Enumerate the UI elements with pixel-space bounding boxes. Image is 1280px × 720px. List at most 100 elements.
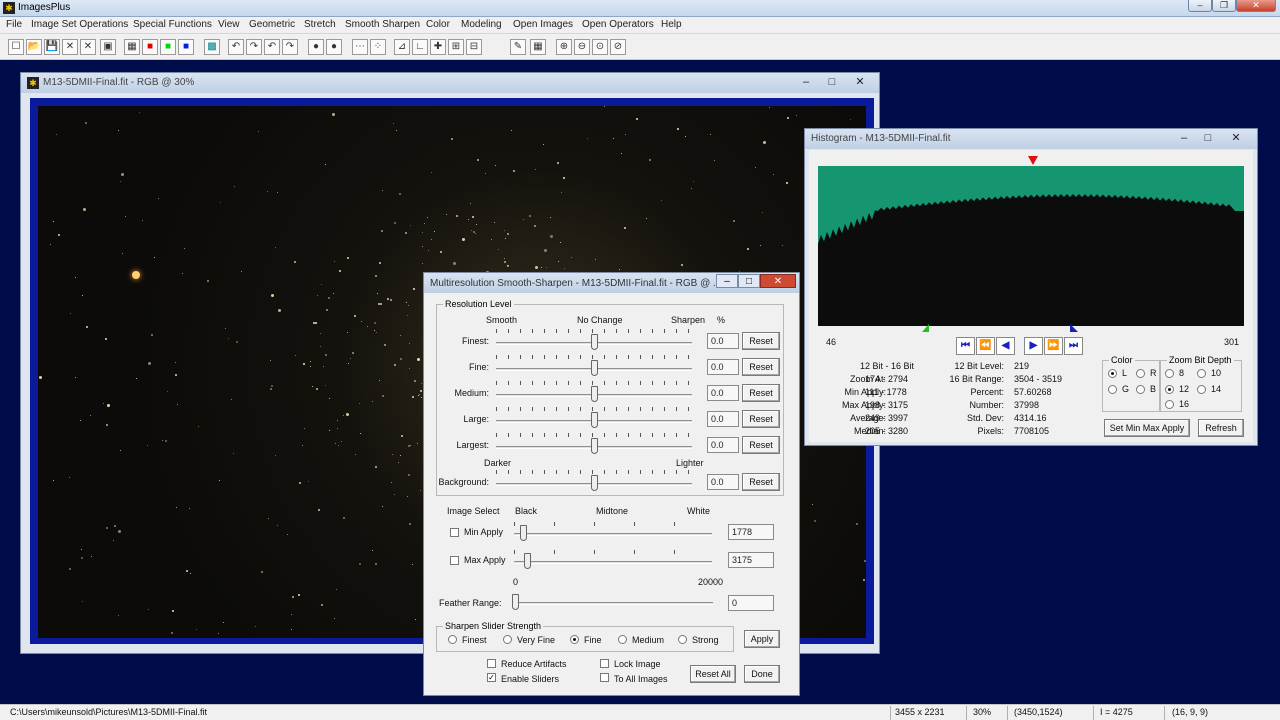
close-green-icon[interactable]: ✕ xyxy=(80,39,96,55)
level-slider[interactable] xyxy=(591,412,598,428)
max-apply-checkbox[interactable] xyxy=(450,556,459,565)
background-slider[interactable] xyxy=(591,475,598,491)
grid-icon[interactable]: ▩ xyxy=(204,39,220,55)
zoom-fit-icon[interactable]: ⊙ xyxy=(592,39,608,55)
strength-radio-strong[interactable] xyxy=(678,635,687,644)
stack-icon[interactable]: ⊟ xyxy=(466,39,482,55)
level-reset-button[interactable]: Reset xyxy=(742,436,780,454)
image-window-close-button[interactable]: ✕ xyxy=(847,75,873,89)
min-apply-field[interactable]: 1778 xyxy=(728,524,774,540)
histogram-last-button[interactable]: ⏭ xyxy=(1064,337,1083,355)
zoom-radio-16[interactable] xyxy=(1165,400,1174,409)
crosshair-icon[interactable]: ✚ xyxy=(430,39,446,55)
histogram-maximize-button[interactable]: □ xyxy=(1195,131,1221,145)
redo-icon[interactable]: ↷ xyxy=(246,39,262,55)
max-apply-slider[interactable] xyxy=(524,553,531,569)
level-slider[interactable] xyxy=(591,334,598,350)
open-icon[interactable]: 📂 xyxy=(26,39,42,55)
save-icon[interactable]: 💾 xyxy=(44,39,60,55)
histogram-fast-back-button[interactable]: ⏪ xyxy=(976,337,995,355)
menu-special-functions[interactable]: Special Functions xyxy=(133,19,212,30)
level-reset-button[interactable]: Reset xyxy=(742,384,780,402)
level-value-field[interactable]: 0.0 xyxy=(707,385,739,401)
zoom-radio-10[interactable] xyxy=(1197,369,1206,378)
image-window-minimize-button[interactable]: – xyxy=(793,75,819,89)
enable-sliders-checkbox[interactable]: ✓ xyxy=(487,673,496,682)
brush-icon[interactable]: ✎ xyxy=(510,39,526,55)
background-value-field[interactable]: 0.0 xyxy=(707,474,739,490)
menu-help[interactable]: Help xyxy=(661,19,682,30)
level-reset-button[interactable]: Reset xyxy=(742,358,780,376)
strength-radio-finest[interactable] xyxy=(448,635,457,644)
level-slider[interactable] xyxy=(591,386,598,402)
image-window-maximize-button[interactable]: □ xyxy=(819,75,845,89)
undo-red-icon[interactable]: ↶ xyxy=(264,39,280,55)
feather-range-slider[interactable] xyxy=(512,594,519,610)
level-value-field[interactable]: 0.0 xyxy=(707,359,739,375)
strength-radio-fine[interactable] xyxy=(570,635,579,644)
dialog-close-button[interactable]: ✕ xyxy=(760,274,796,288)
dots-icon[interactable]: ⋯ xyxy=(352,39,368,55)
histogram-back-button[interactable]: ◀ xyxy=(996,337,1015,355)
points-icon[interactable]: ⁘ xyxy=(370,39,386,55)
histogram-max-marker-icon[interactable] xyxy=(1028,156,1038,165)
level-slider[interactable] xyxy=(591,438,598,454)
record-red-icon[interactable]: ● xyxy=(326,39,342,55)
red-channel-icon[interactable]: ■ xyxy=(142,39,158,55)
zoom-reset-icon[interactable]: ⊘ xyxy=(610,39,626,55)
menu-view[interactable]: View xyxy=(218,19,240,30)
level-value-field[interactable]: 0.0 xyxy=(707,333,739,349)
level-value-field[interactable]: 0.0 xyxy=(707,437,739,453)
menu-geometric[interactable]: Geometric xyxy=(249,19,295,30)
level-value-field[interactable]: 0.0 xyxy=(707,411,739,427)
green-channel-icon[interactable]: ■ xyxy=(160,39,176,55)
zoom-radio-8[interactable] xyxy=(1165,369,1174,378)
histogram-minimize-button[interactable]: – xyxy=(1171,131,1197,145)
rgb-icon[interactable]: ▦ xyxy=(124,39,140,55)
menu-file[interactable]: File xyxy=(6,19,22,30)
app-minimize-button[interactable]: – xyxy=(1188,0,1212,12)
to-all-images-checkbox[interactable] xyxy=(600,673,609,682)
zoom-out-icon[interactable]: ⊖ xyxy=(574,39,590,55)
color-radio-g[interactable] xyxy=(1108,385,1117,394)
menu-color[interactable]: Color xyxy=(426,19,450,30)
lock-image-checkbox[interactable] xyxy=(600,659,609,668)
strength-radio-very-fine[interactable] xyxy=(503,635,512,644)
histogram-forward-button[interactable]: ▶ xyxy=(1024,337,1043,355)
histogram-fast-forward-button[interactable]: ⏩ xyxy=(1044,337,1063,355)
level-reset-button[interactable]: Reset xyxy=(742,410,780,428)
histogram-first-button[interactable]: ⏮ xyxy=(956,337,975,355)
feather-range-field[interactable]: 0 xyxy=(728,595,774,611)
menu-modeling[interactable]: Modeling xyxy=(461,19,502,30)
histogram-close-button[interactable]: ✕ xyxy=(1223,131,1249,145)
dialog-minimize-button[interactable]: – xyxy=(716,274,738,288)
copy-icon[interactable]: ▣ xyxy=(100,39,116,55)
app-close-button[interactable]: ✕ xyxy=(1236,0,1276,12)
close-red-icon[interactable]: ✕ xyxy=(62,39,78,55)
zoom-in-icon[interactable]: ⊕ xyxy=(556,39,572,55)
menu-image-set-operations[interactable]: Image Set Operations xyxy=(31,19,128,30)
reset-all-button[interactable]: Reset All xyxy=(690,665,736,683)
menu-smooth-sharpen[interactable]: Smooth Sharpen xyxy=(345,19,420,30)
color-radio-r[interactable] xyxy=(1136,369,1145,378)
undo-icon[interactable]: ↶ xyxy=(228,39,244,55)
record-icon[interactable]: ● xyxy=(308,39,324,55)
zoom-radio-14[interactable] xyxy=(1197,385,1206,394)
table-icon[interactable]: ▦ xyxy=(530,39,546,55)
menu-open-images[interactable]: Open Images xyxy=(513,19,573,30)
background-reset-button[interactable]: Reset xyxy=(742,473,780,491)
refresh-button[interactable]: Refresh xyxy=(1198,419,1244,437)
menu-stretch[interactable]: Stretch xyxy=(304,19,336,30)
dialog-maximize-button[interactable]: □ xyxy=(738,274,760,288)
color-radio-l[interactable] xyxy=(1108,369,1117,378)
app-maximize-button[interactable]: ❐ xyxy=(1212,0,1236,12)
zoom-radio-12[interactable] xyxy=(1165,385,1174,394)
redo-red-icon[interactable]: ↷ xyxy=(282,39,298,55)
level-reset-button[interactable]: Reset xyxy=(742,332,780,350)
histogram-icon[interactable]: ⊿ xyxy=(394,39,410,55)
blue-channel-icon[interactable]: ■ xyxy=(178,39,194,55)
min-apply-slider[interactable] xyxy=(520,525,527,541)
min-apply-checkbox[interactable] xyxy=(450,528,459,537)
crop-icon[interactable]: ⊞ xyxy=(448,39,464,55)
apply-button[interactable]: Apply xyxy=(744,630,780,648)
